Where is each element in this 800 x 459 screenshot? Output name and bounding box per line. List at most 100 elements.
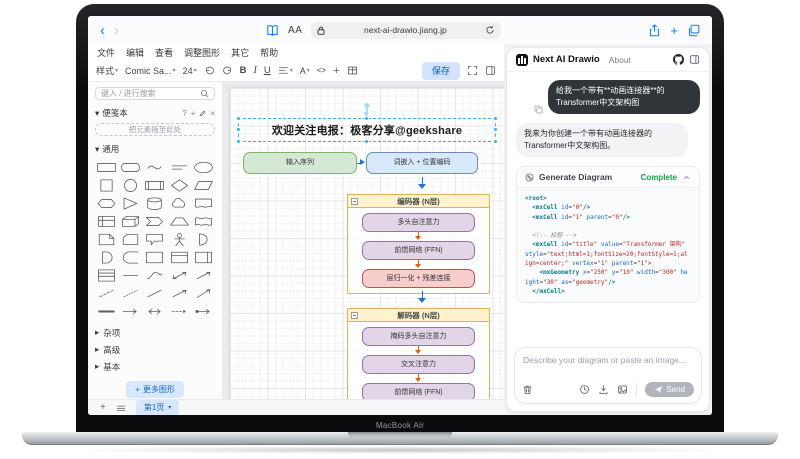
bookmarks-icon[interactable]	[266, 24, 279, 37]
diagram-node[interactable]: 层归一化 + 残差连接	[362, 269, 475, 288]
square-shape[interactable]	[95, 177, 118, 193]
input-sequence-node[interactable]: 输入序列	[243, 152, 357, 174]
edit-pencil-icon[interactable]	[199, 110, 206, 117]
note-shape[interactable]	[95, 231, 118, 247]
dashed-line-1-shape[interactable]	[95, 285, 118, 301]
font-size-dropdown[interactable]: 24▾	[183, 66, 197, 76]
heading-shape[interactable]	[168, 159, 191, 175]
selection-handle[interactable]	[236, 116, 241, 121]
font-dropdown[interactable]: Comic Sa...▾	[125, 66, 176, 76]
diamond-shape[interactable]	[168, 177, 191, 193]
fullscreen-icon[interactable]	[467, 65, 478, 76]
selection-handle[interactable]	[364, 116, 369, 121]
save-button[interactable]: 保存	[422, 62, 460, 80]
embedding-node[interactable]: 词嵌入 + 位置编码	[366, 152, 478, 174]
data-storage-shape[interactable]	[119, 249, 142, 265]
collapse-icon[interactable]	[351, 198, 358, 205]
chevron-up-icon[interactable]	[682, 173, 691, 182]
bidirectional-connector-shape[interactable]	[143, 303, 166, 319]
table-icon[interactable]	[347, 65, 358, 76]
line-thin-shape[interactable]	[143, 285, 166, 301]
sidebar-section[interactable]: ▸杂项	[95, 324, 215, 341]
undo-icon[interactable]	[204, 65, 215, 76]
menu-item[interactable]: 其它	[231, 46, 249, 59]
text-size-button[interactable]: AA	[288, 25, 302, 36]
close-icon[interactable]: ×	[210, 109, 215, 118]
selection-handle[interactable]	[236, 139, 241, 144]
sidebar-section[interactable]: ▸高级	[95, 341, 215, 358]
edit-code-button[interactable]: <>	[317, 66, 326, 75]
history-icon[interactable]	[579, 384, 590, 395]
general-section[interactable]: ▾ 通用	[95, 143, 215, 155]
insert-button[interactable]: +	[333, 65, 339, 77]
and-shape[interactable]	[95, 249, 118, 265]
labeled-connector-shape[interactable]	[192, 303, 215, 319]
vertical-container-shape[interactable]	[192, 249, 215, 265]
card-shape[interactable]	[119, 231, 142, 247]
cylinder-shape[interactable]	[143, 195, 166, 211]
diagram-node[interactable]: 掩码多头自注意力	[362, 327, 475, 346]
container-shape[interactable]	[143, 249, 166, 265]
list-shape[interactable]	[95, 267, 118, 283]
scratchpad-section[interactable]: ▾ 便笺本 ? + ×	[95, 107, 215, 119]
shape-search-input[interactable]: 键入 / 进行搜索	[95, 87, 215, 100]
font-color-dropdown[interactable]: A▾	[300, 66, 310, 76]
diagonal-arrow-2-shape[interactable]	[168, 285, 191, 301]
tabs-icon[interactable]	[687, 24, 700, 37]
browser-forward-button[interactable]: ›	[114, 23, 119, 38]
diagram-node[interactable]: 交叉注意力	[362, 355, 475, 374]
link-shape[interactable]	[95, 303, 118, 319]
about-link[interactable]: About	[609, 55, 631, 65]
dashed-connector-shape[interactable]	[168, 303, 191, 319]
menu-item[interactable]: 查看	[155, 46, 173, 59]
italic-button[interactable]: I	[253, 65, 256, 76]
selection-handle[interactable]	[364, 139, 369, 144]
scratchpad-dropzone[interactable]: 把元素拖至此处	[95, 123, 215, 136]
underline-button[interactable]: U	[264, 65, 271, 76]
selected-title-node[interactable]: 欢迎关注电报：极客分享@geekshare	[238, 118, 496, 142]
horizontal-line-shape[interactable]	[119, 267, 142, 283]
diagonal-arrow-shape[interactable]	[192, 267, 215, 283]
diagram-canvas[interactable]: 欢迎关注电报：极客分享@geekshare 输入序列	[223, 82, 504, 399]
browser-back-button[interactable]: ‹	[100, 23, 105, 38]
curve-shape[interactable]	[143, 267, 166, 283]
parallelogram-shape[interactable]	[192, 177, 215, 193]
step-shape[interactable]	[143, 213, 166, 229]
directional-connector-shape[interactable]	[119, 303, 142, 319]
actor-shape[interactable]	[168, 231, 191, 247]
container-title-shape[interactable]	[168, 249, 191, 265]
rounded-rect-shape[interactable]	[119, 159, 142, 175]
triangle-shape[interactable]	[119, 195, 142, 211]
redo-icon[interactable]	[222, 65, 233, 76]
encoder-container[interactable]: 编码器 (N层) 多头自注意力前馈网络 (FFN)层归一化 + 残差连接	[347, 194, 490, 294]
menu-item[interactable]: 调整图形	[184, 46, 220, 59]
diagonal-arrow-3-shape[interactable]	[192, 285, 215, 301]
address-bar[interactable]: next-ai-drawio.jiang.jp	[311, 22, 501, 39]
hexagon-shape[interactable]	[95, 195, 118, 211]
process-shape[interactable]	[143, 177, 166, 193]
selection-handle[interactable]	[236, 127, 241, 132]
cloud-shape[interactable]	[168, 195, 191, 211]
copy-icon[interactable]	[534, 105, 543, 114]
style-dropdown[interactable]: 样式▾	[96, 64, 118, 77]
github-icon[interactable]	[673, 54, 684, 65]
tape-shape[interactable]	[192, 213, 215, 229]
internal-storage-shape[interactable]	[95, 213, 118, 229]
dashed-line-2-shape[interactable]	[119, 285, 142, 301]
selection-handle[interactable]	[493, 139, 498, 144]
diagram-node[interactable]: 前馈网络 (FFN)	[362, 241, 475, 260]
format-panel-toggle-icon[interactable]	[485, 65, 496, 76]
diagram-node[interactable]: 多头自注意力	[362, 213, 475, 232]
new-tab-button[interactable]: +	[670, 23, 678, 38]
circle-shape[interactable]	[119, 177, 142, 193]
bold-button[interactable]: B	[240, 65, 247, 76]
document-shape[interactable]	[192, 195, 215, 211]
rect-shape[interactable]	[95, 159, 118, 175]
diagram-node[interactable]: 前馈网络 (FFN)	[362, 383, 475, 399]
pages-menu-icon[interactable]	[116, 403, 126, 413]
cube-shape[interactable]	[119, 213, 142, 229]
add-page-button[interactable]: +	[100, 402, 106, 413]
text-shape[interactable]	[143, 159, 166, 175]
trash-icon[interactable]	[522, 384, 533, 395]
more-shapes-button[interactable]: + 更多图形	[126, 381, 184, 398]
